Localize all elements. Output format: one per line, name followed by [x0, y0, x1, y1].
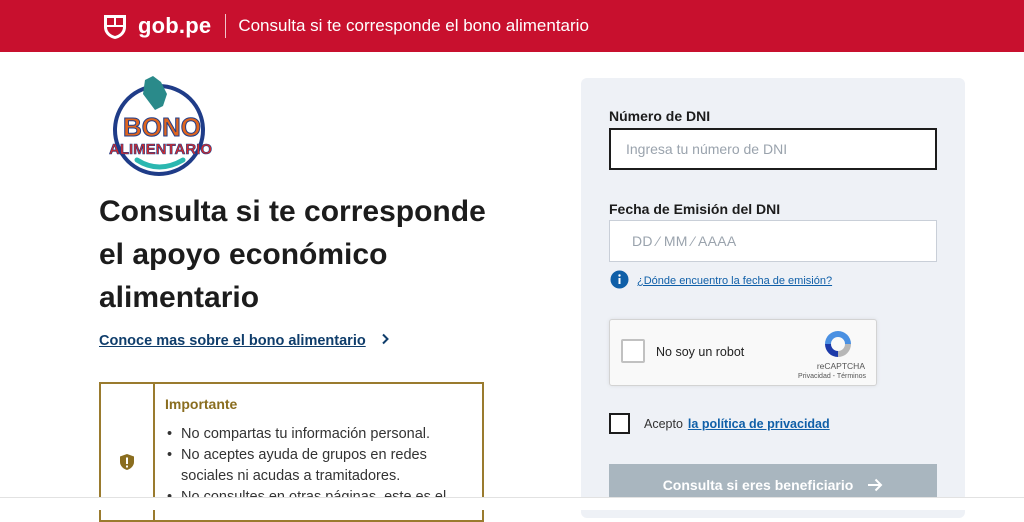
list-item: No aceptes ayuda de grupos en redes soci…	[165, 445, 472, 487]
submit-label: Consulta si eres beneficiario	[662, 477, 854, 493]
recaptcha-widget: No soy un robot reCAPTCHA Privacidad - T…	[609, 319, 877, 386]
peru-shield-icon	[100, 11, 130, 41]
bottom-strip	[0, 497, 1024, 510]
arrow-right-icon	[867, 478, 883, 492]
learn-more-label: Conoce mas sobre el bono alimentario	[99, 333, 366, 349]
accept-label: Acepto	[644, 416, 683, 431]
notice-title: Importante	[165, 396, 238, 412]
issue-date-help[interactable]: ¿Dónde encuentro la fecha de emisión?	[610, 270, 832, 292]
recaptcha-icon	[822, 328, 854, 365]
logo-word-bono: BONO	[123, 112, 201, 142]
headline-line: alimentario	[99, 281, 260, 314]
issue-date-label: Fecha de Emisión del DNI	[609, 201, 781, 217]
page-title: Consulta si te corresponde el bono alime…	[238, 16, 589, 35]
list-item: No compartas tu información personal.	[165, 424, 472, 445]
logo-word-alimentario: ALIMENTARIO	[109, 141, 212, 158]
header-divider	[225, 14, 227, 38]
privacy-policy-link[interactable]: la política de privacidad	[688, 417, 830, 431]
dni-input[interactable]: Ingresa tu número de DNI	[609, 128, 937, 170]
brand[interactable]: gob.pe	[100, 11, 211, 41]
privacy-consent: Acepto la política de privacidad	[609, 413, 830, 434]
recaptcha-terms[interactable]: Privacidad - Términos	[798, 373, 866, 380]
bono-alimentario-logo: BONO ALIMENTARIO	[107, 72, 227, 182]
recaptcha-brand: reCAPTCHA	[816, 361, 865, 371]
issue-date-input[interactable]: DD ⁄ MM ⁄ AAAA	[609, 220, 937, 262]
recaptcha-checkbox[interactable]	[621, 339, 645, 363]
issue-date-help-link[interactable]: ¿Dónde encuentro la fecha de emisión?	[637, 275, 832, 287]
recaptcha-label: No soy un robot	[656, 345, 745, 359]
privacy-checkbox[interactable]	[609, 413, 630, 434]
intro-section: BONO ALIMENTARIO	[99, 72, 499, 182]
brand-name: gob.pe	[138, 13, 212, 38]
notice-list: No compartas tu información personal. No…	[165, 424, 472, 508]
chevron-right-icon	[380, 333, 390, 349]
main-headline: Consulta si te corresponde el apoyo econ…	[99, 190, 519, 319]
headline-line: el apoyo económico	[99, 238, 388, 271]
top-header: gob.pe Consulta si te corresponde el bon…	[0, 0, 1024, 52]
learn-more-link[interactable]: Conoce mas sobre el bono alimentario	[99, 333, 390, 349]
shield-warning-icon	[119, 453, 135, 476]
dni-label: Número de DNI	[609, 108, 711, 124]
headline-line: Consulta si te corresponde	[99, 195, 486, 228]
dni-placeholder: Ingresa tu número de DNI	[626, 141, 788, 157]
issue-date-placeholder: DD ⁄ MM ⁄ AAAA	[632, 233, 737, 249]
info-icon	[610, 270, 629, 292]
